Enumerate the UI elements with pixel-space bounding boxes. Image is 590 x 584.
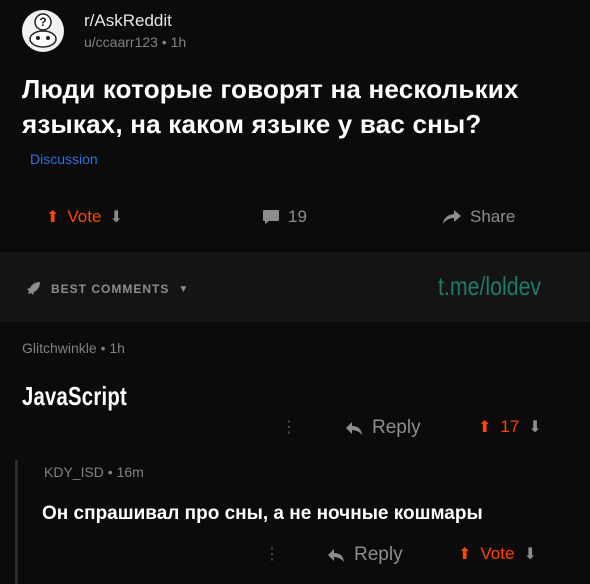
downvote-arrow-icon[interactable]: ⬇	[109, 207, 122, 227]
comment-vote-control: ⬆ 17 ⬇	[478, 417, 542, 437]
chevron-down-icon: ▼	[178, 283, 190, 295]
post-meta[interactable]: u/ccaarr123 • 1h	[84, 34, 186, 50]
comments-button[interactable]: 19	[262, 207, 307, 227]
comment-vote-control: ⬆ Vote ⬇	[458, 544, 537, 564]
vote-label: Vote	[67, 207, 102, 226]
comment-more-button[interactable]: ⋮	[281, 417, 297, 437]
upvote-arrow-icon[interactable]: ⬆	[46, 207, 59, 227]
comment-score: 17	[500, 417, 520, 436]
comment-meta[interactable]: KDY_ISD • 16m	[44, 464, 144, 480]
thread-line[interactable]	[15, 460, 18, 584]
sort-dropdown[interactable]: BEST COMMENTS ▼	[24, 280, 189, 298]
more-dots-icon: ⋮	[264, 546, 280, 563]
post-vote-control: ⬆ Vote ⬇	[46, 207, 123, 227]
reply-arrow-icon	[346, 421, 362, 435]
watermark: t.me/loldev	[438, 271, 542, 301]
share-arrow-icon	[443, 210, 461, 224]
comment-body: JavaScript	[22, 381, 127, 411]
share-label: Share	[470, 207, 516, 226]
comment-bubble-icon	[263, 210, 279, 224]
downvote-arrow-icon[interactable]: ⬇	[528, 417, 541, 437]
reply-label: Reply	[354, 544, 403, 565]
svg-text:?: ?	[39, 15, 46, 29]
comment-more-button[interactable]: ⋮	[264, 544, 280, 564]
subreddit-avatar-icon[interactable]: ?	[22, 10, 64, 52]
post-flair[interactable]: Discussion	[30, 151, 98, 167]
post-title[interactable]: Люди которые говорят на нескольких языка…	[22, 72, 582, 142]
more-dots-icon: ⋮	[281, 419, 297, 436]
reply-button[interactable]: Reply	[327, 544, 403, 566]
sort-label: BEST COMMENTS	[51, 282, 170, 296]
subreddit-name[interactable]: r/AskReddit	[84, 11, 172, 31]
upvote-arrow-icon[interactable]: ⬆	[458, 544, 471, 564]
comment-body: Он спрашивал про сны, а не ночные кошмар…	[42, 503, 483, 524]
reply-button[interactable]: Reply	[345, 417, 421, 439]
share-button[interactable]: Share	[442, 207, 515, 227]
comment-meta[interactable]: Glitchwinkle • 1h	[22, 340, 125, 356]
reply-label: Reply	[372, 417, 421, 438]
comment-count: 19	[288, 207, 307, 226]
rocket-icon	[27, 282, 40, 295]
reply-arrow-icon	[328, 548, 344, 562]
downvote-arrow-icon[interactable]: ⬇	[523, 544, 536, 564]
vote-label: Vote	[480, 544, 515, 563]
upvote-arrow-icon[interactable]: ⬆	[478, 417, 491, 437]
